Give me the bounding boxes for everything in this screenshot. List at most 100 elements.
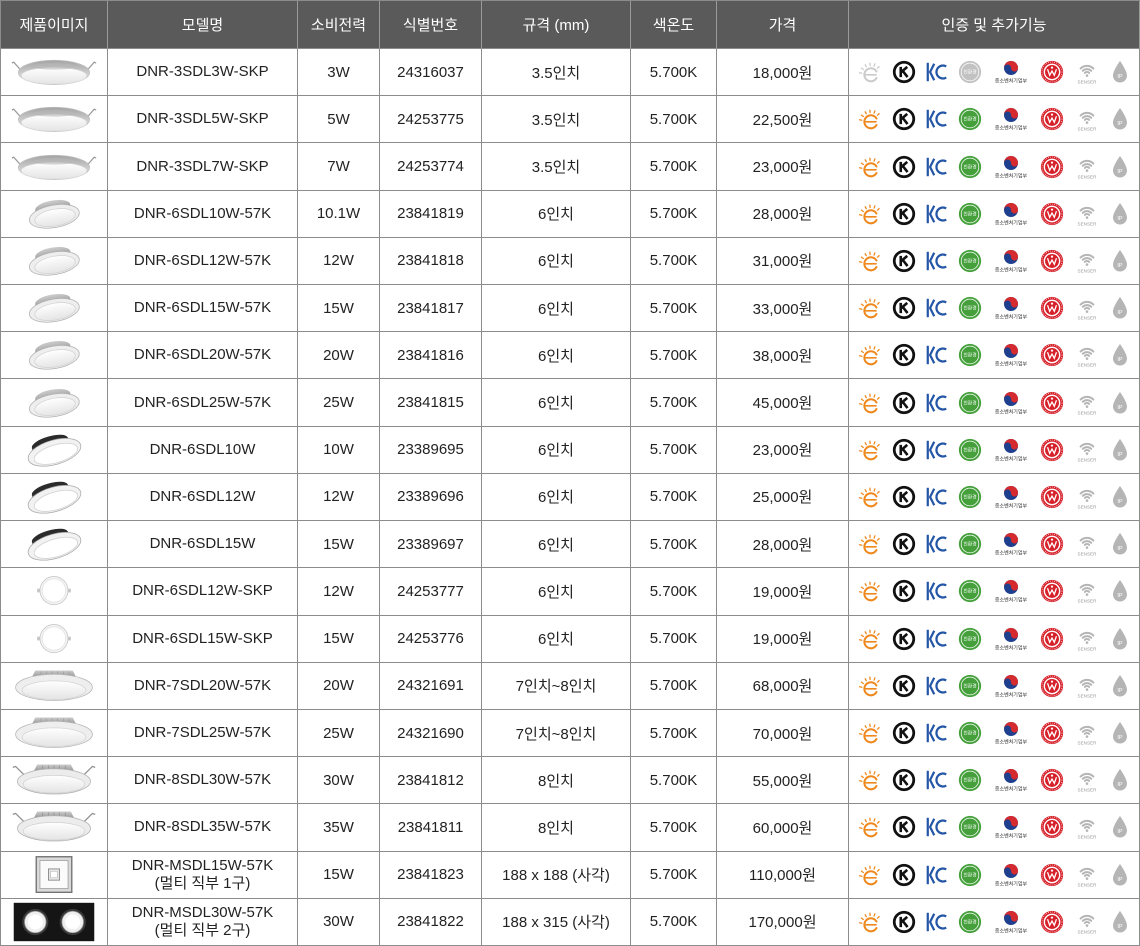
- model-name: DNR-8SDL35W-57K: [133, 818, 272, 836]
- product-image-cell: [1, 49, 108, 97]
- sme-ministry-mark-icon: 중소벤처기업부: [991, 672, 1031, 700]
- quality-seal-icon: [1039, 720, 1065, 746]
- color-temp-cell: 5.700K: [631, 804, 717, 852]
- k-mark-icon: [891, 201, 917, 227]
- price-value: 110,000원: [749, 867, 816, 885]
- color-temp-value: 5.700K: [649, 441, 698, 459]
- sensor-icon: SENSER: [1073, 625, 1101, 653]
- high-efficiency-mark-icon: [857, 767, 883, 793]
- power-value: 15W: [323, 630, 354, 648]
- certification-icons: 친환경 중소벤처기업부 SENSER IP: [849, 483, 1139, 511]
- sme-ministry-mark-icon: 중소벤처기업부: [991, 766, 1031, 794]
- eco-mark-icon: 친환경: [957, 201, 983, 227]
- high-efficiency-mark-icon: [857, 531, 883, 557]
- kc-mark-icon: [925, 814, 949, 840]
- kc-mark-icon: [925, 720, 949, 746]
- model-name: DNR-6SDL12W-57K: [133, 251, 272, 269]
- sme-ministry-mark-icon: 중소벤처기업부: [991, 813, 1031, 841]
- quality-seal-icon: [1039, 767, 1065, 793]
- certification-icons: 친환경 중소벤처기업부 SENSER IP: [849, 719, 1139, 747]
- sme-ministry-mark-icon: 중소벤처기업부: [991, 341, 1031, 369]
- sme-ministry-mark-icon: 중소벤처기업부: [991, 577, 1031, 605]
- color-temp-cell: 5.700K: [631, 379, 717, 427]
- color-temp-cell: 5.700K: [631, 568, 717, 616]
- ip-rating-label: IP: [1117, 641, 1123, 647]
- color-temp-cell: 5.700K: [631, 285, 717, 333]
- quality-seal-icon: [1039, 531, 1065, 557]
- price-cell: 45,000원: [717, 379, 849, 427]
- size-value: 3.5인치: [531, 64, 581, 82]
- k-mark-icon: [891, 720, 917, 746]
- power-cell: 30W: [298, 898, 380, 946]
- size-value: 6인치: [538, 583, 574, 601]
- product-image-cell: [1, 96, 108, 144]
- power-value: 10W: [323, 441, 354, 459]
- ip-rating-icon: IP: [1109, 389, 1131, 417]
- id-number-value: 23841823: [397, 866, 464, 884]
- kc-mark-icon: [925, 909, 949, 935]
- model-name-cell: DNR-7SDL25W-57K: [108, 709, 298, 758]
- ip-rating-icon: IP: [1109, 861, 1131, 889]
- sme-ministry-mark-icon: 중소벤처기업부: [991, 625, 1031, 653]
- ip-rating-icon: IP: [1109, 908, 1131, 936]
- color-temp-value: 5.700K: [649, 110, 698, 128]
- header-size: 규격 (mm): [482, 1, 631, 49]
- price-value: 23,000원: [752, 442, 813, 460]
- id-number-value: 24321690: [397, 724, 464, 742]
- wide-downlight-image: [15, 717, 93, 748]
- color-temp-cell: 5.700K: [631, 96, 717, 144]
- color-temp-cell: 5.700K: [631, 143, 717, 191]
- kc-mark-icon: [925, 531, 949, 557]
- color-temp-cell: 5.700K: [631, 190, 717, 238]
- sensor-label: SENSER: [1078, 693, 1098, 698]
- kc-mark-icon: [925, 248, 949, 274]
- product-image-cell: [1, 615, 108, 663]
- sme-ministry-label: 중소벤처기업부: [995, 408, 1028, 415]
- size-value: 6인치: [538, 206, 574, 224]
- id-number-value: 23841815: [397, 394, 464, 412]
- sensor-icon: SENSER: [1073, 247, 1101, 275]
- kc-mark-icon: [925, 484, 949, 510]
- certification-icons: 친환경 중소벤처기업부 SENSER IP: [849, 861, 1139, 889]
- size-value: 188 x 315 (사각): [502, 914, 610, 932]
- sme-ministry-mark-icon: 중소벤처기업부: [991, 294, 1031, 322]
- k-mark-icon: [891, 248, 917, 274]
- price-cell: 33,000원: [717, 285, 849, 333]
- kc-mark-icon: [925, 673, 949, 699]
- product-image-cell: [1, 379, 108, 427]
- tilted-downlight-image: [28, 388, 80, 418]
- sme-ministry-label: 중소벤처기업부: [995, 266, 1028, 273]
- sensor-icon: SENSER: [1073, 105, 1101, 133]
- product-image-cell: [1, 332, 108, 380]
- sensor-label: SENSER: [1078, 268, 1098, 273]
- model-name: DNR-6SDL15W-57K: [133, 299, 272, 317]
- model-name: DNR-3SDL7W-SKP: [136, 157, 269, 175]
- quality-seal-icon: [1039, 59, 1065, 85]
- power-value: 15W: [323, 866, 354, 884]
- price-value: 25,000원: [752, 489, 813, 507]
- high-efficiency-mark-icon: [857, 201, 883, 227]
- price-cell: 110,000원: [717, 851, 849, 899]
- price-value: 55,000원: [752, 772, 813, 790]
- sensor-label: SENSER: [1078, 552, 1098, 557]
- id-number-value: 24321691: [397, 677, 464, 695]
- eco-mark-icon: 친환경: [957, 390, 983, 416]
- model-name: DNR-3SDL5W-SKP: [136, 110, 269, 128]
- ip-rating-icon: IP: [1109, 672, 1131, 700]
- sensor-label: SENSER: [1078, 599, 1098, 604]
- sme-ministry-label: 중소벤처기업부: [995, 833, 1028, 840]
- size-value: 6인치: [538, 631, 574, 649]
- kc-mark-icon: [925, 862, 949, 888]
- color-temp-value: 5.700K: [649, 205, 698, 223]
- ip-rating-icon: IP: [1109, 153, 1131, 181]
- id-number-cell: 23841819: [380, 190, 482, 238]
- power-value: 15W: [323, 535, 354, 553]
- certification-cell: 친환경 중소벤처기업부 SENSER IP: [849, 521, 1140, 569]
- power-cell: 5W: [298, 96, 380, 144]
- power-value: 30W: [323, 913, 354, 931]
- power-cell: 15W: [298, 521, 380, 569]
- sensor-icon: SENSER: [1073, 672, 1101, 700]
- model-name: DNR-8SDL30W-57K: [133, 771, 272, 789]
- id-number-value: 23841816: [397, 346, 464, 364]
- id-number-value: 23841818: [397, 252, 464, 270]
